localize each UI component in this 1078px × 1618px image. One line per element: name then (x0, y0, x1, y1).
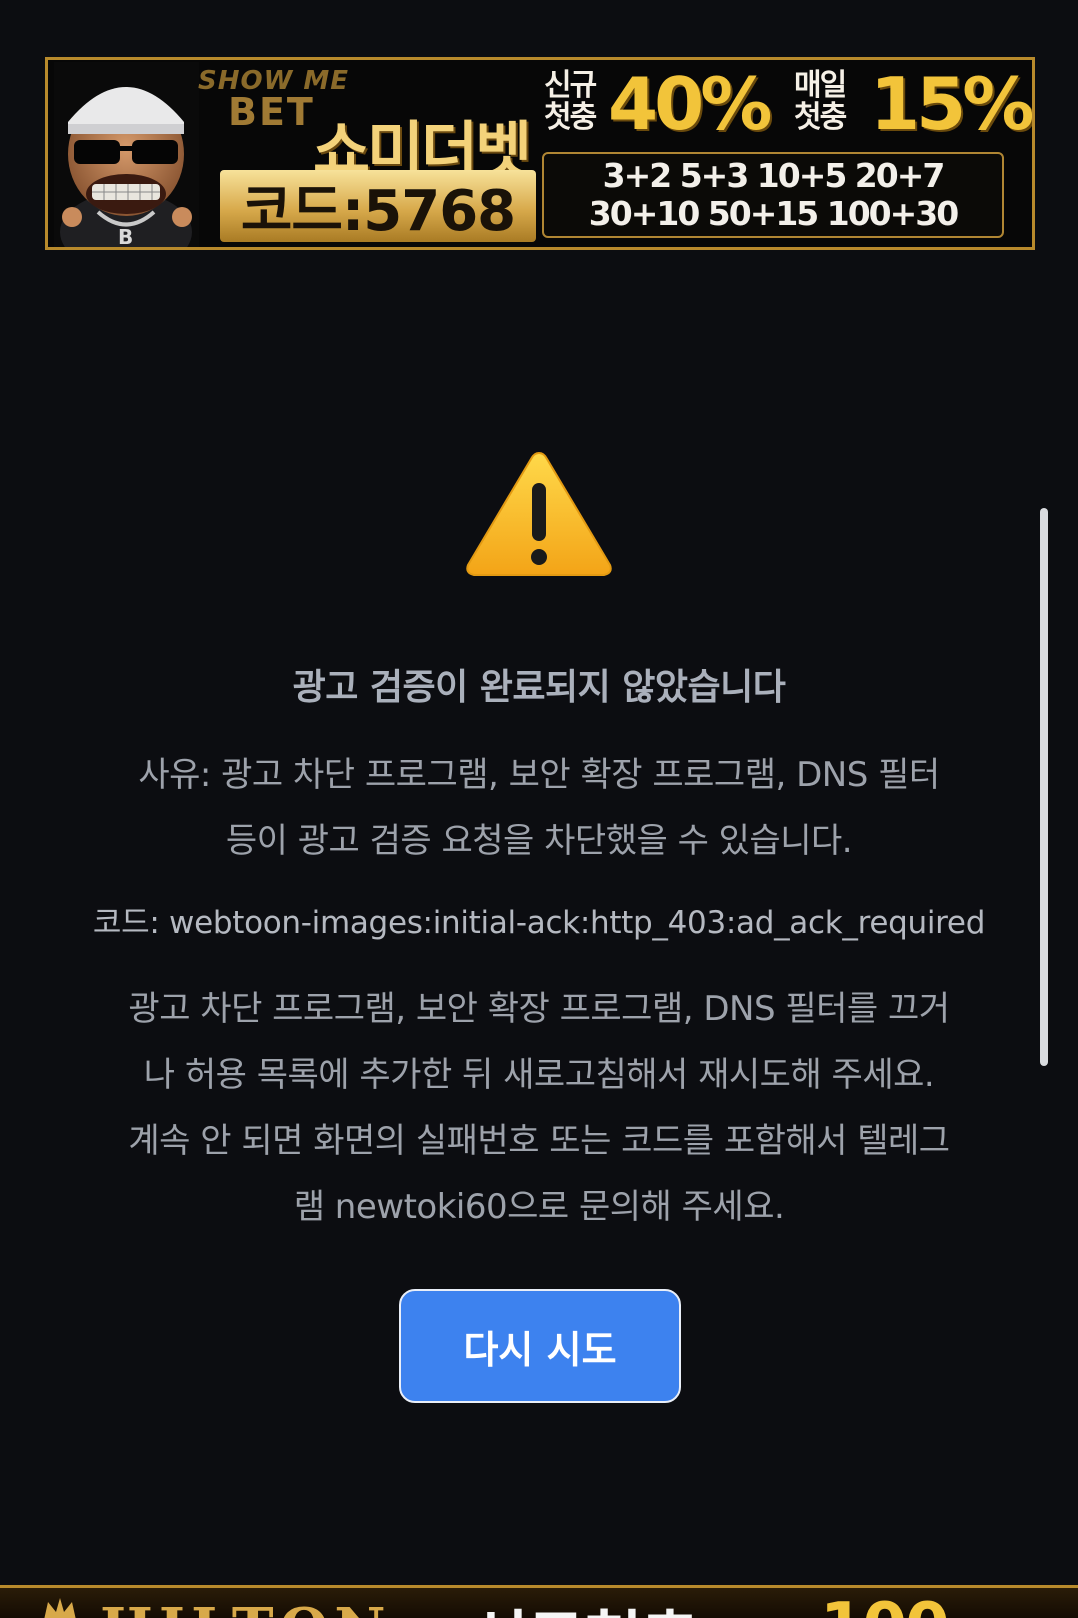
bonus-row-1: 3+2 5+3 10+5 20+7 (602, 156, 946, 195)
new-label: 신규 (544, 68, 597, 103)
error-instructions: 광고 차단 프로그램, 보안 확장 프로그램, DNS 필터를 끄거 나 허용 … (55, 976, 1023, 1240)
bonus-row-2: 30+10 50+15 100+30 (588, 194, 959, 233)
new-first-label: 신규 첫충 (544, 68, 597, 135)
instruction-line: 계속 안 되면 화면의 실패번호 또는 코드를 포함해서 텔레그 (128, 1121, 950, 1161)
first-charge-label: 첫충 (544, 100, 597, 135)
bottom-ad-banner[interactable]: HILTON 신규첫충 100 (0, 1585, 1078, 1618)
crown-icon (44, 1598, 76, 1618)
instruction-line: 광고 차단 프로그램, 보안 확장 프로그램, DNS 필터를 끄거 (128, 989, 950, 1029)
warning-triangle-icon (466, 451, 612, 576)
reason-line: 등이 광고 검증 요청을 차단했을 수 있습니다. (225, 821, 853, 861)
logo-text-2: BET (228, 90, 315, 134)
error-code: 코드: webtoon-images:initial-ack:http_403:… (92, 905, 986, 941)
promo-code-badge: 코드:5768 (220, 170, 536, 244)
bottom-promo-text: 신규첫충 (470, 1590, 700, 1618)
daily-charge-label: 첫충 (794, 100, 847, 135)
scrollbar[interactable] (1040, 508, 1048, 1066)
daily-first-percent: 15% (870, 62, 1032, 146)
daily-label: 매일 (794, 68, 847, 103)
error-reason: 사유: 광고 차단 프로그램, 보안 확장 프로그램, DNS 필터 등이 광고… (55, 742, 1023, 874)
retry-button[interactable]: 다시 시도 (399, 1289, 681, 1403)
bottom-promo-number: 100 (820, 1590, 950, 1618)
reason-line: 사유: 광고 차단 프로그램, 보안 확장 프로그램, DNS 필터 (138, 755, 940, 795)
daily-first-label: 매일 첫충 (794, 68, 847, 135)
bonus-table: 3+2 5+3 10+5 20+7 30+10 50+15 100+30 (542, 152, 1004, 238)
error-title: 광고 검증이 완료되지 않았습니다 (292, 667, 786, 708)
bottom-brand: HILTON (100, 1596, 392, 1618)
instruction-line: 나 허용 목록에 추가한 뒤 새로고침해서 재시도해 주세요. (143, 1055, 935, 1095)
svg-text:B: B (118, 225, 133, 247)
new-first-percent: 40% (608, 62, 772, 146)
top-ad-banner[interactable]: B SHOW ME BET 쇼미더벳 코드:5768 신규 첫충 40% 매일 … (45, 57, 1035, 250)
mascot-image: B (54, 62, 199, 247)
instruction-line: 램 newtoki60으로 문의해 주세요. (293, 1187, 785, 1227)
promo-code-text: 코드:5768 (240, 178, 516, 244)
